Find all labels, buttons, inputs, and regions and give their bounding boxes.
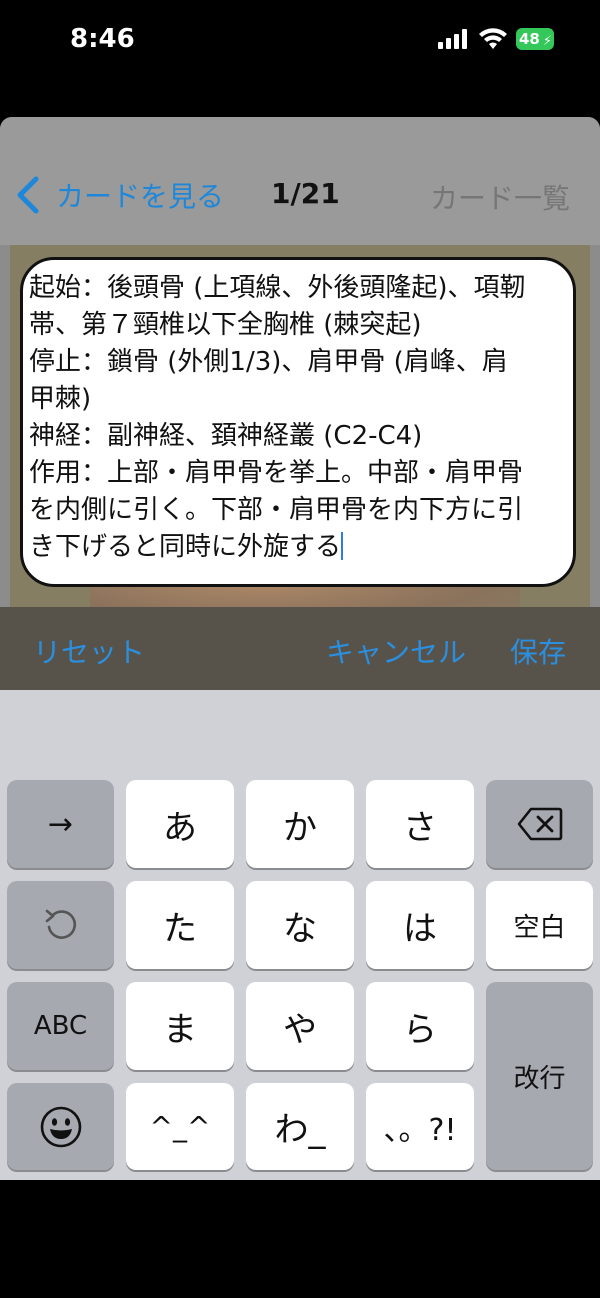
cellular-signal-icon xyxy=(438,29,467,49)
card-edit-sheet: カードを見る 1/21 カード一覧 起始：後頭骨 (上項線、外後頭隆起)、項靭 … xyxy=(0,117,600,1180)
text-caret xyxy=(341,532,344,560)
edit-toolbar: リセット キャンセル 保存 xyxy=(0,607,600,690)
card-counter: 1/21 xyxy=(271,177,340,210)
key-ka[interactable]: か xyxy=(246,780,354,868)
key-ha[interactable]: は xyxy=(366,881,474,969)
key-punctuation[interactable]: 、。?! xyxy=(366,1083,474,1170)
status-bar: 8:46 48 ⚡ xyxy=(0,0,600,80)
status-icons: 48 ⚡ xyxy=(436,26,566,54)
key-ta[interactable]: た xyxy=(126,881,234,969)
navigation-bar: カードを見る 1/21 カード一覧 xyxy=(0,117,600,245)
cancel-button[interactable]: キャンセル xyxy=(326,631,466,671)
key-sa[interactable]: さ xyxy=(366,780,474,868)
key-ra[interactable]: ら xyxy=(366,982,474,1070)
delete-key[interactable] xyxy=(486,780,593,868)
back-button[interactable]: カードを見る xyxy=(14,175,224,215)
card-list-button[interactable]: カード一覧 xyxy=(430,177,570,217)
key-wa[interactable]: わ_ xyxy=(246,1083,354,1170)
key-a[interactable]: あ xyxy=(126,780,234,868)
battery-level: 48 xyxy=(519,30,540,48)
space-key[interactable]: 空白 xyxy=(486,881,593,969)
abc-key[interactable]: ABC xyxy=(7,982,114,1070)
undo-icon xyxy=(45,909,76,939)
card-text-editor[interactable]: 起始：後頭骨 (上項線、外後頭隆起)、項靭 帯、第７頸椎以下全胸椎 (棘突起) … xyxy=(20,257,576,587)
save-button[interactable]: 保存 xyxy=(510,631,566,671)
battery-charging-icon: 48 ⚡ xyxy=(516,28,554,50)
wifi-icon xyxy=(479,28,507,49)
bolt-icon: ⚡ xyxy=(542,34,552,49)
key-kaomoji[interactable]: ^_^ xyxy=(126,1083,234,1170)
return-key[interactable]: 改行 xyxy=(486,982,593,1170)
reset-button[interactable]: リセット xyxy=(33,631,145,671)
back-button-label: カードを見る xyxy=(56,180,225,213)
key-ma[interactable]: ま xyxy=(126,982,234,1070)
key-ya[interactable]: や xyxy=(246,982,354,1070)
delete-icon xyxy=(517,807,562,841)
undo-key[interactable] xyxy=(7,881,114,969)
japanese-kana-keyboard: → あ か さ た な は 空白 ABC ま や ら 改行 ^_^ わ_ 、。?… xyxy=(0,690,600,1180)
emoji-icon xyxy=(40,1106,81,1147)
card-text: 起始：後頭骨 (上項線、外後頭隆起)、項靭 帯、第７頸椎以下全胸椎 (棘突起) … xyxy=(29,273,526,562)
card-text-content[interactable]: 起始：後頭骨 (上項線、外後頭隆起)、項靭 帯、第７頸椎以下全胸椎 (棘突起) … xyxy=(29,270,577,566)
emoji-key[interactable] xyxy=(7,1083,114,1170)
status-time: 8:46 xyxy=(70,24,135,54)
key-na[interactable]: な xyxy=(246,881,354,969)
chevron-left-icon xyxy=(17,176,39,214)
key-next-arrow[interactable]: → xyxy=(7,780,114,868)
